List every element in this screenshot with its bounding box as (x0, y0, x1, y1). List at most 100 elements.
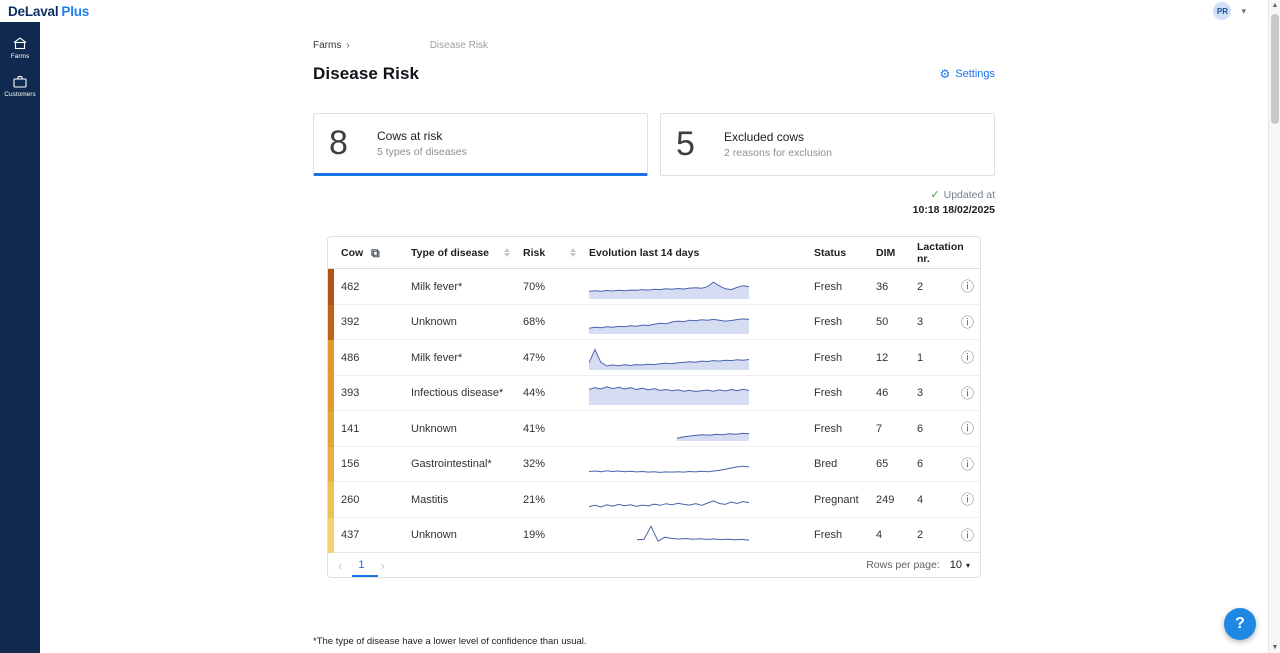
cell-status: Fresh (807, 423, 869, 435)
cell-status: Fresh (807, 281, 869, 293)
help-button[interactable]: ? (1224, 608, 1256, 640)
cell-dim: 7 (869, 423, 910, 435)
table-row[interactable]: 392 Unknown 68% Fresh 50 3 ⓘ (328, 305, 980, 341)
cell-dim: 4 (869, 529, 910, 541)
cell-lactation: 3 (910, 316, 954, 328)
cell-risk: 32% (516, 458, 582, 470)
cell-lactation: 6 (910, 458, 954, 470)
updated-at: ✓ Updated at 10:18 18/02/2025 (313, 188, 995, 216)
cell-cow: 260 (334, 494, 404, 506)
table-row[interactable]: 156 Gastrointestinal* 32% Bred 65 6 ⓘ (328, 447, 980, 483)
cell-dim: 36 (869, 281, 910, 293)
column-header-dim: DIM (869, 247, 910, 259)
active-page-indicator (352, 575, 378, 577)
cell-dim: 249 (869, 494, 910, 506)
breadcrumb-current: Disease Risk (430, 40, 488, 51)
page-title: Disease Risk (313, 64, 419, 84)
farms-icon (12, 36, 28, 51)
updated-label: Updated at (944, 189, 995, 201)
evolution-sparkline (582, 451, 807, 477)
sidebar-item-label: Farms (11, 53, 29, 60)
table-header: Cow ⧉ Type of disease Risk Evolution las… (328, 237, 980, 269)
cell-risk: 41% (516, 423, 582, 435)
user-menu[interactable]: PR ▾ (1213, 2, 1246, 20)
info-icon[interactable]: ⓘ (954, 493, 980, 506)
cell-cow: 156 (334, 458, 404, 470)
chevron-down-icon[interactable]: ▾ (1241, 6, 1246, 17)
card-value: 8 (329, 124, 363, 163)
column-header-lactation: Lactation nr. (910, 241, 954, 265)
info-icon[interactable]: ⓘ (954, 387, 980, 400)
info-icon[interactable]: ⓘ (954, 458, 980, 471)
disease-risk-table: Cow ⧉ Type of disease Risk Evolution las… (327, 236, 981, 578)
cell-lactation: 2 (910, 529, 954, 541)
page-number[interactable]: 1 (358, 559, 364, 571)
info-icon[interactable]: ⓘ (954, 529, 980, 542)
table-row[interactable]: 260 Mastitis 21% Pregnant 249 4 ⓘ (328, 482, 980, 518)
table-body: 462 Milk fever* 70% Fresh 36 2 ⓘ 392 Unk… (328, 269, 980, 553)
updated-timestamp: 10:18 18/02/2025 (313, 204, 995, 216)
info-icon[interactable]: ⓘ (954, 422, 980, 435)
avatar[interactable]: PR (1213, 2, 1231, 20)
scroll-down-icon[interactable]: ▼ (1269, 644, 1280, 651)
table-row[interactable]: 141 Unknown 41% Fresh 7 6 ⓘ (328, 411, 980, 447)
cell-cow: 437 (334, 529, 404, 541)
cell-cow: 486 (334, 352, 404, 364)
column-header-risk[interactable]: Risk (516, 247, 582, 259)
settings-label: Settings (955, 68, 995, 80)
info-icon[interactable]: ⓘ (954, 351, 980, 364)
column-header-evolution: Evolution last 14 days (582, 247, 807, 259)
info-icon[interactable]: ⓘ (954, 280, 980, 293)
copy-icon[interactable]: ⧉ (371, 247, 380, 259)
sidebar-item-customers[interactable]: Customers (0, 74, 40, 98)
card-title: Cows at risk (377, 129, 467, 143)
evolution-sparkline (582, 380, 807, 406)
evolution-sparkline (582, 487, 807, 513)
cell-risk: 19% (516, 529, 582, 541)
card-excluded-cows[interactable]: 5 Excluded cows 2 reasons for exclusion (660, 113, 995, 176)
breadcrumb-root[interactable]: Farms (313, 40, 341, 51)
card-cows-at-risk[interactable]: 8 Cows at risk 5 types of diseases (313, 113, 648, 176)
breadcrumb: Farms › Disease Risk (313, 40, 995, 51)
cell-cow: 462 (334, 281, 404, 293)
cell-risk: 70% (516, 281, 582, 293)
column-header-cow: Cow ⧉ (334, 247, 404, 259)
brand-secondary: Plus (61, 4, 89, 19)
top-bar: DeLavalPlus PR ▾ (0, 0, 1280, 22)
table-row[interactable]: 462 Milk fever* 70% Fresh 36 2 ⓘ (328, 269, 980, 305)
cell-lactation: 3 (910, 387, 954, 399)
sort-icon (570, 248, 576, 257)
cell-disease: Unknown (404, 316, 516, 328)
sidebar-item-label: Customers (4, 91, 35, 98)
info-icon[interactable]: ⓘ (954, 316, 980, 329)
check-icon: ✓ (930, 189, 939, 201)
main-area: Farms › Disease Risk Disease Risk ⚙ Sett… (40, 22, 1268, 653)
prev-page-icon[interactable]: ‹ (338, 558, 342, 573)
scrollbar-thumb[interactable] (1271, 14, 1279, 124)
cell-lactation: 6 (910, 423, 954, 435)
cell-status: Fresh (807, 352, 869, 364)
table-row[interactable]: 393 Infectious disease* 44% Fresh 46 3 ⓘ (328, 376, 980, 412)
table-row[interactable]: 437 Unknown 19% Fresh 4 2 ⓘ (328, 518, 980, 554)
scroll-up-icon[interactable]: ▲ (1269, 2, 1280, 9)
customers-icon (12, 74, 28, 89)
next-page-icon[interactable]: › (380, 558, 384, 573)
evolution-sparkline (582, 345, 807, 371)
cell-status: Fresh (807, 316, 869, 328)
cell-dim: 50 (869, 316, 910, 328)
chevron-down-icon: ▾ (966, 561, 970, 570)
cell-disease: Milk fever* (404, 281, 516, 293)
cell-status: Fresh (807, 387, 869, 399)
settings-button[interactable]: ⚙ Settings (939, 68, 995, 80)
sidebar: Farms Customers (0, 22, 40, 653)
evolution-sparkline (582, 274, 807, 300)
cell-status: Pregnant (807, 494, 869, 506)
scrollbar[interactable]: ▲ ▼ (1268, 0, 1280, 653)
column-header-disease[interactable]: Type of disease (404, 247, 516, 259)
rows-per-page-select[interactable]: 10 ▾ (950, 559, 970, 571)
table-row[interactable]: 486 Milk fever* 47% Fresh 12 1 ⓘ (328, 340, 980, 376)
breadcrumb-separator-icon: › (346, 40, 349, 51)
cell-lactation: 1 (910, 352, 954, 364)
brand-primary: DeLaval (8, 4, 58, 19)
sidebar-item-farms[interactable]: Farms (0, 36, 40, 60)
